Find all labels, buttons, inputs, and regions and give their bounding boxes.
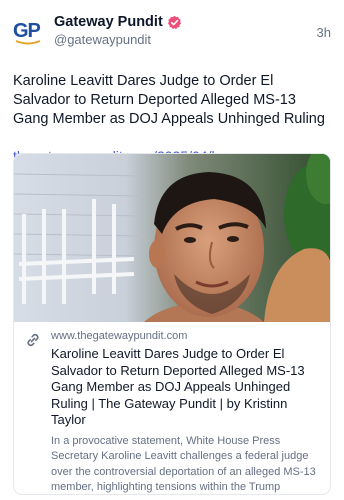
verified-badge-icon (167, 15, 181, 29)
svg-text:GP: GP (13, 20, 41, 42)
article-photo (14, 154, 330, 322)
post-timestamp[interactable]: 3h (317, 25, 331, 40)
link-chain-icon (27, 333, 39, 347)
card-image[interactable] (14, 154, 330, 322)
card-body: www.thegatewaypundit.com Karoline Leavit… (14, 322, 330, 494)
link-preview-card[interactable]: www.thegatewaypundit.com Karoline Leavit… (13, 153, 331, 495)
card-domain: www.thegatewaypundit.com (51, 330, 188, 342)
post-header: GP Gateway Pundit @gatewaypundit 3h (13, 12, 331, 58)
card-description: In a provocative statement, White House … (51, 434, 316, 494)
avatar[interactable]: GP (13, 16, 43, 46)
display-name[interactable]: Gateway Pundit (54, 14, 163, 30)
gateway-pundit-logo-icon: GP (13, 20, 42, 45)
card-title[interactable]: Karoline Leavitt Dares Judge to Order El… (51, 346, 318, 429)
account-handle[interactable]: @gatewaypundit (54, 32, 317, 47)
post[interactable]: GP Gateway Pundit @gatewaypundit 3h Karo… (0, 0, 344, 500)
account-info: Gateway Pundit @gatewaypundit (54, 12, 317, 47)
post-text: Karoline Leavitt Dares Judge to Order El… (13, 73, 325, 127)
